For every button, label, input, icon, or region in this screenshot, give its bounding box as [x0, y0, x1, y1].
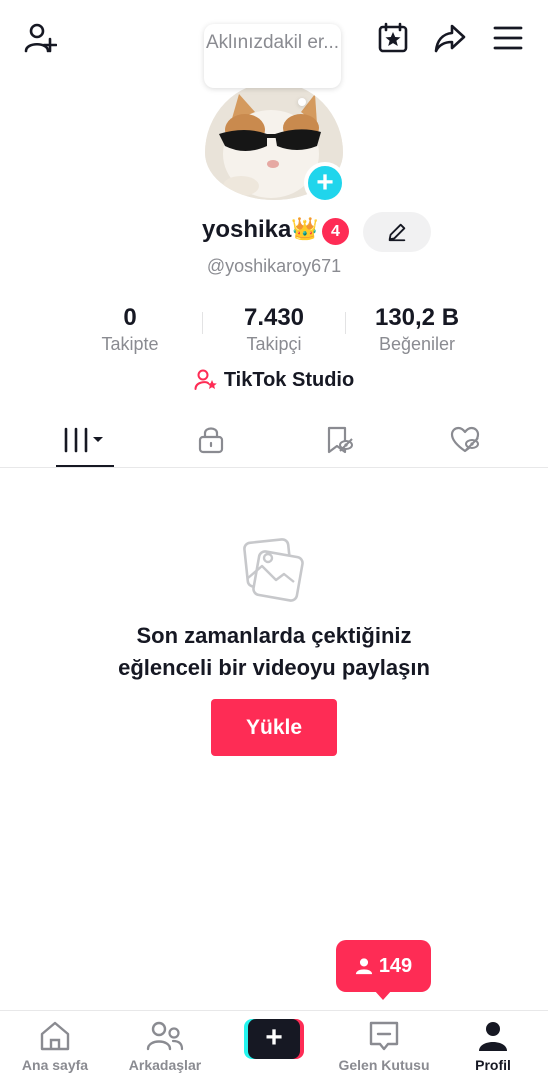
thought-bubble[interactable]: Aklınızdakil er... — [204, 24, 341, 88]
tiktok-studio-link[interactable]: TikTok Studio — [0, 368, 548, 392]
home-icon — [40, 1021, 70, 1051]
nav-inbox[interactable]: Gelen Kutusu — [329, 1011, 439, 1080]
stat-likes[interactable]: 130,2 B Beğeniler — [362, 304, 472, 355]
create-button[interactable]: + — [244, 1019, 304, 1059]
stat-divider — [345, 312, 346, 334]
profile-icon — [479, 1022, 507, 1051]
pencil-icon — [388, 223, 406, 242]
person-icon — [355, 958, 372, 975]
nav-friends[interactable]: Arkadaşlar — [110, 1011, 220, 1080]
share-button[interactable] — [430, 18, 470, 58]
liked-heart-icon — [450, 426, 479, 453]
stat-divider — [202, 312, 203, 334]
new-followers-pill[interactable]: 149 — [336, 940, 431, 992]
nav-home[interactable]: Ana sayfa — [0, 1011, 110, 1080]
pill-pointer — [374, 990, 392, 1000]
following-label: Takipte — [101, 334, 159, 354]
nav-profile-label: Profil — [475, 1057, 511, 1073]
grid-videos-icon — [64, 427, 103, 453]
notification-badge[interactable]: 4 — [322, 218, 349, 245]
following-count: 0 — [123, 304, 137, 331]
empty-state-line-2: eğlenceli bir videoyu paylaşın — [118, 655, 430, 680]
studio-person-star-icon — [194, 369, 217, 390]
stat-following[interactable]: 0 Takipte — [90, 304, 170, 355]
crown-emoji: 👑 — [291, 216, 319, 241]
calendar-button[interactable] — [373, 18, 413, 58]
nav-home-label: Ana sayfa — [21, 1057, 89, 1073]
person-add-icon — [24, 23, 57, 53]
user-handle: @yoshikaroy671 — [206, 256, 342, 276]
tab-saved[interactable] — [270, 412, 407, 468]
tiktok-studio-label: TikTok Studio — [223, 368, 355, 391]
tab-private[interactable] — [142, 412, 279, 468]
thought-bubble-dot — [298, 98, 306, 106]
new-followers-count: 149 — [378, 954, 413, 977]
share-arrow-icon — [434, 24, 466, 53]
nav-inbox-label: Gelen Kutusu — [338, 1057, 430, 1073]
nav-friends-label: Arkadaşlar — [128, 1057, 202, 1073]
calendar-star-icon — [378, 22, 408, 53]
lock-icon — [198, 427, 223, 454]
likes-count: 130,2 B — [374, 304, 460, 331]
edit-profile-button[interactable] — [363, 212, 431, 252]
active-tab-indicator — [56, 465, 114, 467]
add-avatar-button[interactable]: + — [304, 162, 346, 204]
create-plus-icon: + — [248, 1019, 300, 1059]
photo-stack-icon — [238, 536, 308, 606]
thought-bubble-text: Aklınızdakil er... — [205, 32, 340, 53]
empty-state-message: Son zamanlarda çektiğiniz eğlenceli bir … — [0, 620, 548, 684]
nav-profile[interactable]: Profil — [438, 1011, 548, 1080]
stat-followers[interactable]: 7.430 Takipçi — [226, 304, 322, 355]
friends-icon — [146, 1021, 184, 1051]
tab-liked[interactable] — [396, 412, 533, 468]
hamburger-menu-icon — [493, 26, 523, 50]
content-tabs — [0, 412, 548, 468]
add-friend-button[interactable] — [20, 18, 60, 58]
tab-videos[interactable] — [16, 412, 153, 468]
username: yoshika — [202, 216, 292, 243]
followers-count: 7.430 — [243, 304, 305, 331]
plus-icon: + — [316, 166, 334, 199]
upload-button[interactable]: Yükle — [211, 699, 337, 756]
likes-label: Beğeniler — [378, 334, 456, 354]
bookmark-icon — [327, 426, 353, 454]
inbox-icon — [369, 1021, 399, 1051]
empty-state-line-1: Son zamanlarda çektiğiniz — [136, 623, 412, 648]
username-row: yoshika 👑 4 — [0, 212, 548, 252]
bottom-navigation: Ana sayfa Arkadaşlar + Gelen Kutusu Prof… — [0, 1010, 548, 1080]
menu-button[interactable] — [488, 18, 528, 58]
followers-label: Takipçi — [246, 334, 302, 354]
